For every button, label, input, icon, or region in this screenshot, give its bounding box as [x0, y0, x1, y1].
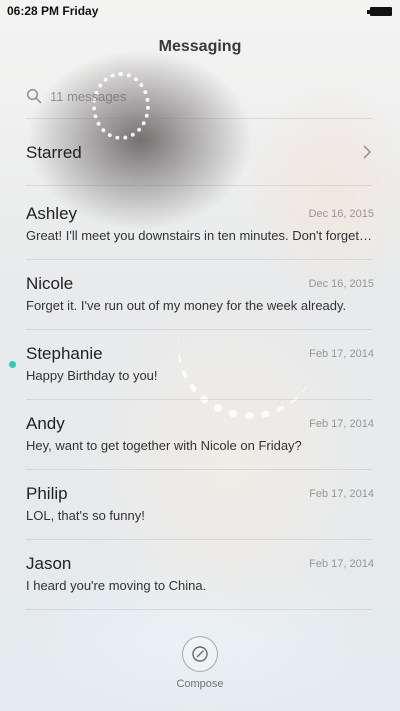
compose-label: Compose: [176, 678, 224, 690]
message-date: Feb 17, 2014: [309, 348, 374, 360]
contact-name: Jason: [26, 554, 72, 573]
search-input[interactable]: 11 messages: [26, 84, 226, 108]
message-date: Dec 16, 2015: [308, 278, 374, 290]
status-bar: 06:28 PM Friday: [0, 0, 400, 24]
message-date: Feb 17, 2014: [309, 488, 374, 500]
search-icon: [26, 88, 42, 104]
search-divider: [26, 118, 372, 119]
page-title: Messaging: [158, 38, 242, 55]
message-preview: Happy Birthday to you!: [26, 368, 158, 383]
conversation-list: Ashley Dec 16, 2015 Great! I'll meet you…: [0, 190, 400, 610]
conversation-row[interactable]: Stephanie Feb 17, 2014 Happy Birthday to…: [0, 330, 400, 400]
row-divider: [26, 609, 372, 610]
contact-name: Ashley: [26, 204, 78, 223]
unread-indicator: [9, 361, 16, 368]
conversation-row[interactable]: Philip Feb 17, 2014 LOL, that's so funny…: [0, 470, 400, 540]
search-placeholder: 11 messages: [50, 88, 127, 104]
message-preview: I heard you're moving to China.: [26, 578, 207, 593]
contact-name: Nicole: [26, 274, 74, 293]
contact-name: Philip: [26, 484, 68, 503]
compose-icon: [192, 646, 208, 662]
starred-divider: [26, 185, 372, 186]
message-preview: Hey, want to get together with Nicole on…: [26, 438, 302, 453]
message-preview: Great! I'll meet you downstairs in ten m…: [26, 228, 374, 243]
compose-circle: [182, 636, 218, 672]
battery-icon: [367, 7, 392, 16]
conversation-row[interactable]: Jason Feb 17, 2014 I heard you're moving…: [0, 540, 400, 610]
conversation-row[interactable]: Ashley Dec 16, 2015 Great! I'll meet you…: [0, 190, 400, 260]
starred-row[interactable]: Starred: [26, 135, 378, 171]
message-date: Feb 17, 2014: [309, 558, 374, 570]
chevron-right-icon: [363, 145, 371, 159]
message-preview: Forget it. I've run out of my money for …: [26, 298, 347, 313]
message-preview: LOL, that's so funny!: [26, 508, 145, 523]
contact-name: Andy: [26, 414, 65, 433]
message-date: Dec 16, 2015: [308, 208, 374, 220]
contact-name: Stephanie: [26, 344, 103, 363]
starred-label: Starred: [26, 143, 82, 162]
message-date: Feb 17, 2014: [309, 418, 374, 430]
compose-button[interactable]: Compose: [172, 636, 228, 696]
status-time: 06:28 PM Friday: [7, 4, 99, 18]
conversation-row[interactable]: Nicole Dec 16, 2015 Forget it. I've run …: [0, 260, 400, 330]
conversation-row[interactable]: Andy Feb 17, 2014 Hey, want to get toget…: [0, 400, 400, 470]
